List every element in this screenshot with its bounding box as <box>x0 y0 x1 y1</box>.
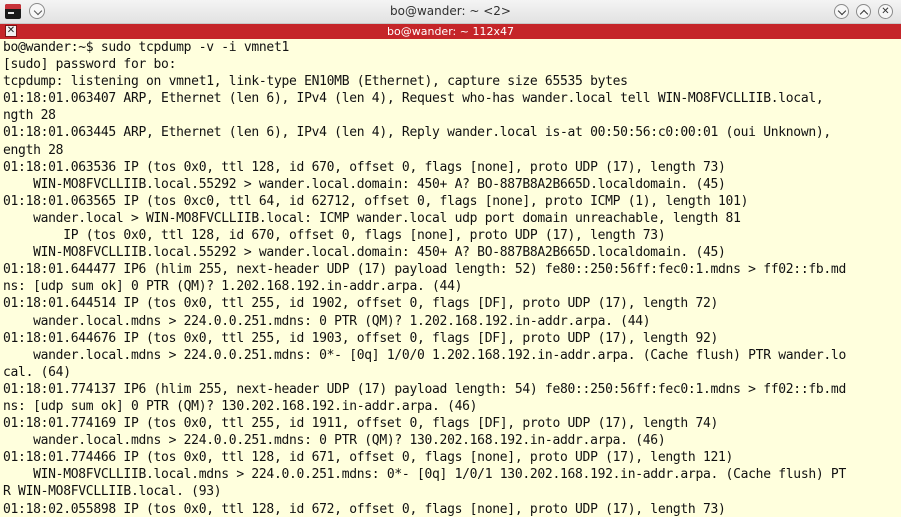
terminal-line: ength 28 <box>3 142 64 158</box>
terminal-line: IP (tos 0x0, ttl 128, id 670, offset 0, … <box>3 228 666 244</box>
terminal-line: 01:18:01.063445 ARP, Ethernet (len 6), I… <box>3 125 831 141</box>
terminal-line: ns: [udp sum ok] 0 PTR (QM)? 1.202.168.1… <box>3 279 463 295</box>
close-button[interactable]: ✕ <box>878 4 893 19</box>
terminal-line: wander.local > WIN-MO8FVCLLIIB.local: IC… <box>3 210 741 226</box>
terminal-line: wander.local.mdns > 224.0.0.251.mdns: 0*… <box>3 347 846 363</box>
terminal-line: WIN-MO8FVCLLIIB.local.mdns > 224.0.0.251… <box>3 467 846 483</box>
terminal-line: 01:18:01.063536 IP (tos 0x0, ttl 128, id… <box>3 159 726 175</box>
terminal-line: 01:18:01.063407 ARP, Ethernet (len 6), I… <box>3 91 824 107</box>
terminal-line: ngth 28 <box>3 108 56 124</box>
terminal-line: WIN-MO8FVCLLIIB.local.55292 > wander.loc… <box>3 245 726 261</box>
terminal-line: tcpdump: listening on vmnet1, link-type … <box>3 74 628 90</box>
terminal-line: 01:18:02.055898 IP (tos 0x0, ttl 128, id… <box>3 501 726 517</box>
terminal-tab-bar[interactable]: ✕ bo@wander: ~ 112x47 <box>0 24 901 39</box>
window-titlebar[interactable]: bo@wander: ~ <2> ✕ <box>0 0 901 24</box>
terminal-line: wander.local.mdns > 224.0.0.251.mdns: 0 … <box>3 313 651 329</box>
terminal-line: 01:18:01.774137 IP6 (hlim 255, next-head… <box>3 381 846 397</box>
terminal-line: R WIN-MO8FVCLLIIB.local. (93) <box>3 484 222 500</box>
chevron-down-icon <box>837 6 847 16</box>
terminal-line: 01:18:01.644477 IP6 (hlim 255, next-head… <box>3 262 846 278</box>
terminal-line: WIN-MO8FVCLLIIB.local.55292 > wander.loc… <box>3 176 726 192</box>
terminal-output[interactable]: bo@wander:~$ sudo tcpdump -v -i vmnet1 [s… <box>0 39 901 517</box>
terminal-line: 01:18:01.063565 IP (tos 0xc0, ttl 64, id… <box>3 193 749 209</box>
terminal-line: ns: [udp sum ok] 0 PTR (QM)? 130.202.168… <box>3 398 478 414</box>
terminal-line: 01:18:01.774466 IP (tos 0x0, ttl 128, id… <box>3 450 734 466</box>
tab-title: bo@wander: ~ 112x47 <box>387 25 514 38</box>
terminal-line: 01:18:01.644514 IP (tos 0x0, ttl 255, id… <box>3 296 719 312</box>
maximize-button[interactable] <box>856 4 871 19</box>
terminal-line: [sudo] password for bo: <box>3 57 177 73</box>
terminal-line: cal. (64) <box>3 364 71 380</box>
chevron-up-icon <box>859 9 869 19</box>
window-title: bo@wander: ~ <2> <box>390 4 511 18</box>
terminal-line: 01:18:01.644676 IP (tos 0x0, ttl 255, id… <box>3 330 719 346</box>
minimize-button[interactable] <box>834 4 849 19</box>
terminal-line: 01:18:01.774169 IP (tos 0x0, ttl 255, id… <box>3 416 719 432</box>
terminal-line: bo@wander:~$ sudo tcpdump -v -i vmnet1 <box>3 40 290 55</box>
terminal-line: wander.local.mdns > 224.0.0.251.mdns: 0 … <box>3 433 666 449</box>
